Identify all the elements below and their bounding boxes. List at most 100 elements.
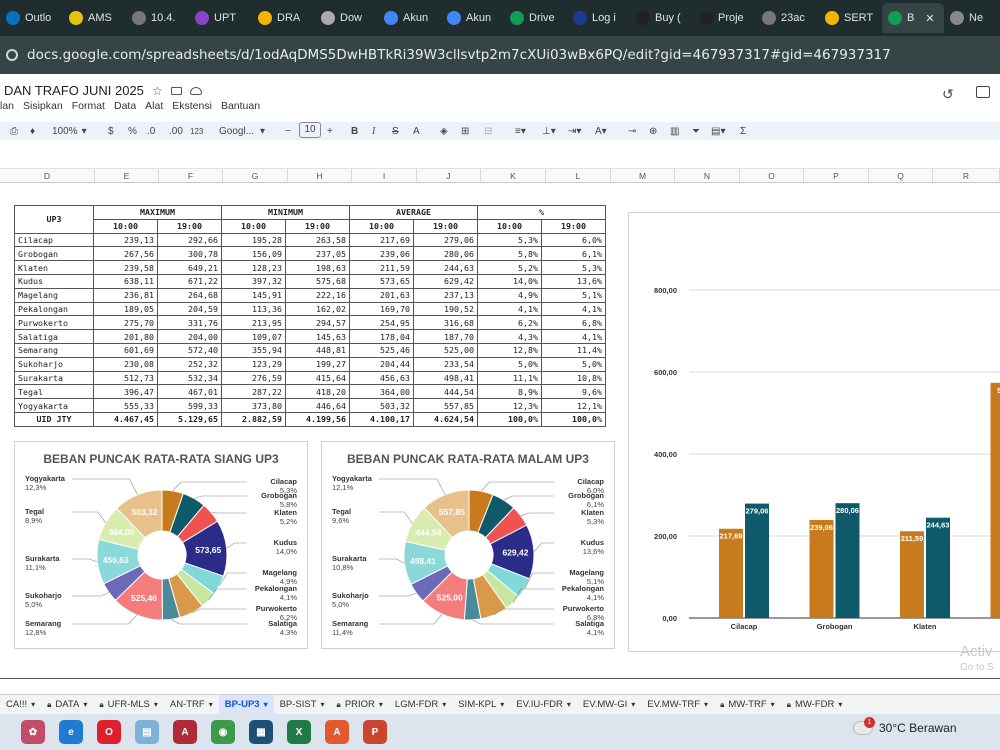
browser-tab[interactable]: Dow bbox=[315, 3, 378, 33]
time-header[interactable]: 10:00 bbox=[477, 218, 542, 234]
cell-value[interactable]: 109,07 bbox=[221, 329, 286, 344]
cell-value[interactable]: 113,36 bbox=[221, 301, 286, 317]
cell-total-value[interactable]: 4.467,45 bbox=[93, 411, 158, 427]
cell-value[interactable]: 12,1% bbox=[541, 398, 606, 413]
cell-total-value[interactable]: 100,0% bbox=[541, 411, 606, 427]
time-header[interactable]: 19:00 bbox=[157, 218, 222, 234]
borders-icon[interactable]: ⊞ bbox=[461, 126, 469, 137]
browser-tab[interactable]: Buy ( bbox=[630, 3, 693, 33]
cell-value[interactable]: 128,23 bbox=[221, 260, 286, 275]
cell-value[interactable]: 418,20 bbox=[285, 384, 350, 400]
bar[interactable] bbox=[990, 382, 1000, 618]
sheet-tab[interactable]: LGM-FDR ▾ bbox=[389, 695, 452, 715]
cell-value[interactable]: 190,52 bbox=[413, 301, 478, 317]
cell-value[interactable]: 5,1% bbox=[541, 287, 606, 303]
cell-value[interactable]: 5,8% bbox=[477, 246, 542, 262]
cell-value[interactable]: 12,3% bbox=[477, 398, 542, 413]
weather-icon[interactable]: 1 bbox=[853, 717, 875, 735]
header-average[interactable]: AVERAGE bbox=[349, 205, 478, 220]
powerpoint-icon[interactable]: P bbox=[363, 720, 387, 744]
chrome-icon[interactable]: ◉ bbox=[211, 720, 235, 744]
cell-value[interactable]: 525,00 bbox=[413, 342, 478, 358]
decrease-font-size-button[interactable]: − bbox=[285, 126, 291, 137]
notepad-icon[interactable]: ▤ bbox=[135, 720, 159, 744]
chevron-down-icon[interactable]: ▾ bbox=[442, 700, 446, 709]
increase-font-size-button[interactable]: + bbox=[327, 126, 333, 137]
menu-item[interactable]: Bantuan bbox=[221, 100, 260, 118]
cell-value[interactable]: 201,63 bbox=[349, 287, 414, 303]
cell-value[interactable]: 364,00 bbox=[349, 384, 414, 400]
chevron-down-icon[interactable]: ▾ bbox=[567, 700, 571, 709]
cell-up3-name[interactable]: Salatiga bbox=[14, 329, 94, 344]
cell-value[interactable]: 217,69 bbox=[349, 232, 414, 248]
sheet-tab[interactable]: BP-SIST ▾ bbox=[274, 695, 331, 715]
cell-value[interactable]: 13,6% bbox=[541, 273, 606, 289]
cell-value[interactable]: 237,13 bbox=[413, 287, 478, 303]
comments-icon[interactable] bbox=[975, 86, 990, 98]
browser-tab[interactable]: Outlo bbox=[0, 3, 63, 33]
bar[interactable] bbox=[900, 531, 924, 618]
cell-value[interactable]: 4,3% bbox=[477, 329, 542, 344]
cell-value[interactable]: 572,40 bbox=[157, 342, 222, 358]
cell-value[interactable]: 276,59 bbox=[221, 370, 286, 386]
bar-chart-average[interactable]: 0,00 200,00 400,00 600,00 800,00 217,69 279,06… bbox=[628, 212, 1000, 652]
browser-tab[interactable]: Proje bbox=[693, 3, 756, 33]
cell-up3-name[interactable]: Grobogan bbox=[14, 246, 94, 262]
cell-value[interactable]: 601,69 bbox=[93, 342, 158, 358]
cell-value[interactable]: 6,2% bbox=[477, 315, 542, 331]
sheet-tab[interactable]: EV.MW-GI ▾ bbox=[577, 695, 641, 715]
version-history-icon[interactable]: ↺ bbox=[942, 86, 954, 103]
cell-value[interactable]: 373,80 bbox=[221, 398, 286, 413]
cell-value[interactable]: 555,33 bbox=[93, 398, 158, 413]
star-icon[interactable]: ☆ bbox=[152, 84, 163, 98]
cell-total-value[interactable]: 4.100,17 bbox=[349, 411, 414, 427]
column-header[interactable]: J bbox=[417, 169, 481, 183]
cell-value[interactable]: 532,34 bbox=[157, 370, 222, 386]
cell-value[interactable]: 236,81 bbox=[93, 287, 158, 303]
percent-format-button[interactable]: % bbox=[128, 126, 137, 137]
cell-up3-name[interactable]: Surakarta bbox=[14, 370, 94, 386]
column-header[interactable]: D bbox=[0, 169, 95, 183]
align-vertical-icon[interactable]: ⊥▾ bbox=[542, 126, 556, 137]
cell-value[interactable]: 6,0% bbox=[541, 232, 606, 248]
sheet-tab[interactable]: CA!!! ▾ bbox=[0, 695, 41, 715]
column-header[interactable]: R bbox=[933, 169, 1000, 183]
cell-value[interactable]: 123,29 bbox=[221, 356, 286, 372]
bar[interactable] bbox=[809, 519, 834, 618]
align-horizontal-icon[interactable]: ≡▾ bbox=[515, 126, 526, 137]
cell-value[interactable]: 239,06 bbox=[349, 246, 414, 262]
cell-total-label[interactable]: UID JTY bbox=[14, 411, 94, 427]
cell-up3-name[interactable]: Pekalongan bbox=[14, 301, 94, 317]
weather-text[interactable]: 30°C Berawan bbox=[879, 721, 957, 735]
cell-value[interactable]: 448,81 bbox=[285, 342, 350, 358]
cell-value[interactable]: 11,1% bbox=[477, 370, 542, 386]
cell-value[interactable]: 169,70 bbox=[349, 301, 414, 317]
cell-up3-name[interactable]: Magelang bbox=[14, 287, 94, 303]
chevron-down-icon[interactable]: ▾ bbox=[209, 700, 213, 709]
cell-value[interactable]: 11,4% bbox=[541, 342, 606, 358]
column-header[interactable]: M bbox=[611, 169, 675, 183]
column-header[interactable]: I bbox=[352, 169, 417, 183]
sheet-tab[interactable]: BP-UP3 ▾ bbox=[218, 694, 274, 715]
insert-chart-icon[interactable]: ▥ bbox=[670, 126, 679, 137]
cell-value[interactable]: 5,2% bbox=[477, 260, 542, 275]
cell-up3-name[interactable]: Purwokerto bbox=[14, 315, 94, 331]
cell-value[interactable]: 629,42 bbox=[413, 273, 478, 289]
time-header[interactable]: 10:00 bbox=[349, 218, 414, 234]
cell-value[interactable]: 239,13 bbox=[93, 232, 158, 248]
text-color-button[interactable]: A bbox=[413, 126, 420, 137]
time-header[interactable]: 10:00 bbox=[221, 218, 286, 234]
decrease-decimal-button[interactable]: .0 bbox=[147, 126, 155, 137]
cell-value[interactable]: 396,47 bbox=[93, 384, 158, 400]
chevron-down-icon[interactable]: ▾ bbox=[264, 700, 268, 709]
chevron-down-icon[interactable]: ▾ bbox=[704, 700, 708, 709]
close-tab-icon[interactable]: ✕ bbox=[925, 12, 934, 25]
cell-value[interactable]: 201,80 bbox=[93, 329, 158, 344]
currency-format-button[interactable]: $ bbox=[108, 126, 114, 137]
cell-up3-name[interactable]: Cilacap bbox=[14, 232, 94, 248]
cell-value[interactable]: 331,76 bbox=[157, 315, 222, 331]
cell-value[interactable]: 525,46 bbox=[349, 342, 414, 358]
cell-value[interactable]: 178,04 bbox=[349, 329, 414, 344]
chevron-down-icon[interactable]: ▾ bbox=[154, 700, 158, 709]
column-header[interactable]: H bbox=[288, 169, 352, 183]
